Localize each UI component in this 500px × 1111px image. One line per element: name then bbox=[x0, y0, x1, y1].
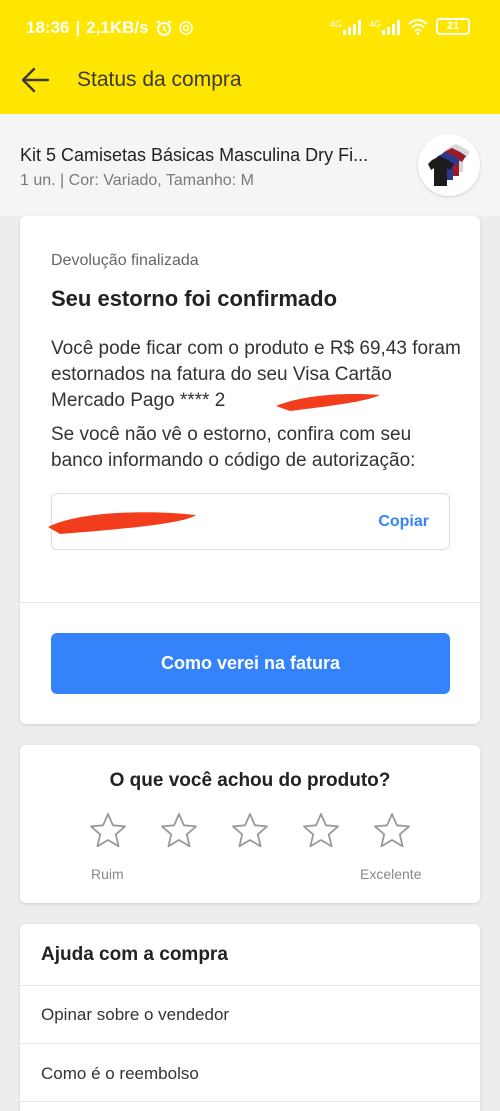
authorization-code-field: Copiar bbox=[48, 493, 450, 550]
back-button[interactable] bbox=[16, 60, 56, 100]
clock: 18:36 bbox=[26, 18, 70, 37]
star-icon-3[interactable] bbox=[230, 811, 270, 851]
redaction-mark bbox=[48, 512, 196, 534]
signal-1: 4G bbox=[330, 19, 361, 35]
product-meta: 1 un. | Cor: Variado, Tamanho: M bbox=[20, 172, 254, 189]
battery-icon: 21 bbox=[436, 18, 470, 35]
help-item-rate-seller[interactable]: Opinar sobre o vendedor bbox=[41, 1005, 229, 1025]
status-right: 4G 4G 21 bbox=[330, 18, 470, 35]
divider bbox=[20, 1101, 480, 1102]
star-icon-5[interactable] bbox=[372, 811, 412, 851]
copy-button[interactable]: Copiar bbox=[378, 513, 429, 531]
help-card: Ajuda com a compra Opinar sobre o vended… bbox=[20, 924, 480, 1111]
refund-instructions: Se você não vê o estorno, confira com se… bbox=[51, 424, 416, 471]
refund-card: Devolução finalizada Seu estorno foi con… bbox=[20, 216, 480, 724]
divider bbox=[20, 985, 480, 986]
star-icon-1[interactable] bbox=[88, 811, 128, 851]
divider bbox=[20, 1043, 480, 1044]
star-icon-2[interactable] bbox=[159, 811, 199, 851]
rating-card: O que você achou do produto? Ruim Excele… bbox=[20, 745, 480, 903]
wifi-icon bbox=[408, 18, 428, 35]
signal-2: 4G bbox=[369, 19, 400, 35]
signal-bars-icon bbox=[342, 19, 361, 35]
divider bbox=[20, 602, 480, 603]
product-summary[interactable]: Kit 5 Camisetas Básicas Masculina Dry Fi… bbox=[0, 114, 500, 216]
help-title: Ajuda com a compra bbox=[41, 944, 228, 965]
refund-message: Você pode ficar com o produto e R$ 69,43… bbox=[51, 338, 461, 411]
app-bar: Status da compra bbox=[0, 44, 500, 114]
star-rating bbox=[88, 811, 412, 851]
help-item-refund-info[interactable]: Como é o reembolso bbox=[41, 1064, 199, 1084]
separator: | bbox=[75, 18, 81, 37]
net-type-1: 4G bbox=[329, 18, 342, 29]
redaction-mark bbox=[276, 394, 380, 411]
battery-level: 21 bbox=[446, 20, 460, 32]
rating-low-label: Ruim bbox=[91, 866, 124, 882]
refund-title: Seu estorno foi confirmado bbox=[51, 286, 338, 311]
rating-question: O que você achou do produto? bbox=[109, 770, 391, 791]
page-title: Status da compra bbox=[77, 68, 242, 91]
signal-bars-icon bbox=[382, 19, 400, 35]
status-left: 18:36 | 2,1KB/s bbox=[26, 18, 193, 38]
arrow-left-icon bbox=[21, 67, 50, 93]
star-icon-4[interactable] bbox=[301, 811, 341, 851]
rating-high-label: Excelente bbox=[360, 866, 422, 882]
product-image bbox=[418, 134, 480, 196]
tshirts-image bbox=[428, 144, 470, 186]
alarm-icon bbox=[156, 20, 172, 36]
network-speed: 2,1KB/s bbox=[86, 18, 149, 37]
view-invoice-button[interactable]: Como verei na fatura bbox=[51, 633, 450, 694]
status-bar: 18:36 | 2,1KB/s 4G 4G 21 bbox=[0, 0, 500, 44]
net-type-2: 4G bbox=[368, 18, 381, 29]
product-title: Kit 5 Camisetas Básicas Masculina Dry Fi… bbox=[20, 145, 369, 165]
refund-status: Devolução finalizada bbox=[51, 252, 199, 269]
app-notification-icon bbox=[178, 21, 193, 35]
